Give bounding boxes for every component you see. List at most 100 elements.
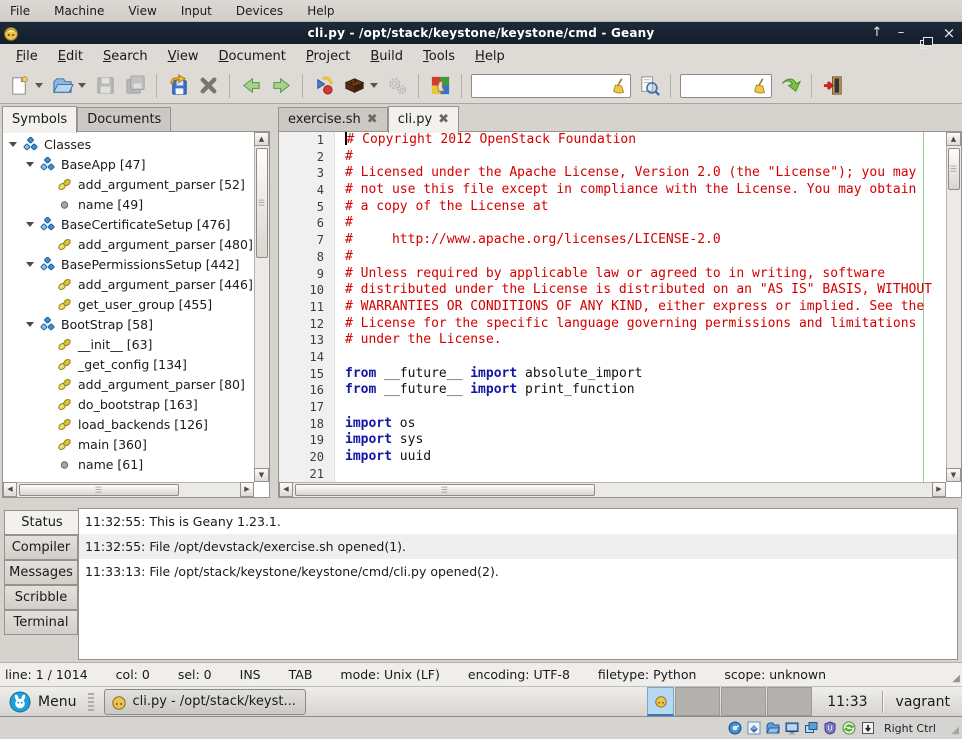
tree-item-BaseApp[interactable]: BaseApp [47] (3, 154, 254, 174)
find-button[interactable] (634, 71, 664, 101)
autoresize-icon[interactable] (861, 721, 875, 735)
nav-forward-button[interactable] (266, 71, 296, 101)
symbols-tree[interactable]: ClassesBaseApp [47]add_argument_parser [… (3, 132, 254, 482)
display-icon[interactable] (785, 721, 799, 735)
clear-broom-icon[interactable] (610, 77, 628, 95)
menu-view[interactable]: View (158, 47, 209, 66)
scroll-down-icon[interactable]: ▼ (946, 468, 961, 482)
window-splitter[interactable] (0, 498, 962, 506)
expander-icon[interactable] (9, 142, 17, 147)
editor-vscrollbar[interactable]: ▲ ▼ ☰ (946, 132, 961, 482)
msgwin-tab-status[interactable]: Status (4, 510, 80, 535)
revert-file-button[interactable] (163, 71, 193, 101)
vm-menu-help[interactable]: Help (307, 4, 334, 18)
windows-icon[interactable] (804, 721, 818, 735)
tree-item-get_user_group[interactable]: get_user_group [455] (3, 294, 254, 314)
open-file-button[interactable] (47, 71, 77, 101)
menu-help[interactable]: Help (465, 47, 515, 66)
expander-icon[interactable] (26, 222, 34, 227)
tab-exercise-sh[interactable]: exercise.sh✖ (278, 107, 388, 131)
search-entry[interactable] (471, 74, 631, 98)
tree-item-name[interactable]: name [49] (3, 194, 254, 214)
optical-icon[interactable] (747, 721, 761, 735)
compile-button[interactable] (309, 71, 339, 101)
close-file-button[interactable] (193, 71, 223, 101)
menu-tools[interactable]: Tools (413, 47, 465, 66)
scroll-up-icon[interactable]: ▲ (254, 132, 269, 146)
tree-item-BasePermissionsSetup[interactable]: BasePermissionsSetup [442] (3, 254, 254, 274)
scroll-thumb[interactable]: ☰ (948, 148, 960, 190)
sharedfolder-icon[interactable] (766, 721, 780, 735)
code-text-area[interactable]: 1# Copyright 2012 OpenStack Foundation2#… (279, 132, 946, 482)
menu-document[interactable]: Document (209, 47, 296, 66)
menu-file[interactable]: File (6, 47, 48, 66)
sync-icon[interactable] (842, 721, 856, 735)
menu-search[interactable]: Search (93, 47, 158, 66)
vm-menu-machine[interactable]: Machine (54, 4, 104, 18)
msgwin-tab-compiler[interactable]: Compiler (4, 535, 78, 560)
expander-icon[interactable] (26, 262, 34, 267)
clock[interactable]: 11:33 (827, 694, 867, 710)
tree-item-do_bootstrap[interactable]: do_bootstrap [163] (3, 394, 254, 414)
tree-item-load_backends[interactable]: load_backends [126] (3, 414, 254, 434)
scroll-left-icon[interactable]: ◀ (279, 482, 293, 497)
scroll-thumb[interactable]: ☰ (19, 484, 179, 496)
vm-menu-devices[interactable]: Devices (236, 4, 283, 18)
new-file-dropdown-icon[interactable] (35, 83, 43, 88)
expander-icon[interactable] (26, 162, 34, 167)
shade-button[interactable]: ↑ (870, 22, 884, 44)
tree-item-name[interactable]: name [61] (3, 454, 254, 474)
msgwin-tab-scribble[interactable]: Scribble (4, 585, 78, 610)
scroll-right-icon[interactable]: ▶ (932, 482, 946, 497)
close-tab-icon[interactable]: ✖ (438, 115, 449, 125)
sidebar-vscrollbar[interactable]: ▲ ▼ ☰ (254, 132, 269, 482)
close-tab-icon[interactable]: ✖ (367, 115, 378, 125)
editor-hscrollbar[interactable]: ◀ ▶ ☰ (279, 482, 946, 497)
harddisk-icon[interactable] (728, 721, 742, 735)
pager-cell-3[interactable] (721, 687, 766, 716)
search-entry-input[interactable] (474, 77, 610, 95)
panel-splitter[interactable] (270, 131, 278, 498)
open-file-dropdown-icon[interactable] (78, 83, 86, 88)
menu-build[interactable]: Build (360, 47, 413, 66)
usb-icon[interactable]: U (823, 721, 837, 735)
pager-cell-4[interactable] (767, 687, 812, 716)
tree-item-_get_config[interactable]: _get_config [134] (3, 354, 254, 374)
scroll-up-icon[interactable]: ▲ (946, 132, 961, 146)
tree-item-add_argument_parser[interactable]: add_argument_parser [80] (3, 374, 254, 394)
vm-menu-view[interactable]: View (128, 4, 156, 18)
pager-cell-2[interactable] (675, 687, 720, 716)
vm-menu-file[interactable]: File (10, 4, 30, 18)
tab-cli-py[interactable]: cli.py✖ (388, 106, 459, 133)
tree-item-add_argument_parser[interactable]: add_argument_parser [52] (3, 174, 254, 194)
scroll-right-icon[interactable]: ▶ (240, 482, 254, 497)
scroll-down-icon[interactable]: ▼ (254, 468, 269, 482)
minimize-button[interactable]: – (894, 22, 908, 44)
new-file-button[interactable] (4, 71, 34, 101)
vm-menu-input[interactable]: Input (181, 4, 212, 18)
tab-Documents[interactable]: Documents (77, 107, 171, 131)
goto-line-button[interactable] (775, 71, 805, 101)
goto-entry[interactable] (680, 74, 772, 98)
quit-button[interactable] (818, 71, 848, 101)
tree-item-Classes[interactable]: Classes (3, 134, 254, 154)
goto-entry-input[interactable] (683, 77, 751, 95)
pager-cell-1[interactable] (647, 687, 674, 716)
color-chooser-button[interactable] (425, 71, 455, 101)
nav-back-button[interactable] (236, 71, 266, 101)
close-button[interactable]: × (942, 22, 956, 44)
msgwin-tab-messages[interactable]: Messages (4, 560, 78, 585)
clear-broom-icon[interactable] (751, 77, 769, 95)
tree-item-BaseCertificateSetup[interactable]: BaseCertificateSetup [476] (3, 214, 254, 234)
taskbar-window-button[interactable]: cli.py - /opt/stack/keyst... (104, 689, 306, 715)
scroll-thumb[interactable]: ☰ (256, 148, 268, 258)
sidebar-hscrollbar[interactable]: ◀ ▶ ☰ (3, 482, 254, 497)
msgwin-tab-terminal[interactable]: Terminal (4, 610, 78, 635)
tree-item-BootStrap[interactable]: BootStrap [58] (3, 314, 254, 334)
build-button[interactable] (339, 71, 369, 101)
scroll-thumb[interactable]: ☰ (295, 484, 595, 496)
scroll-left-icon[interactable]: ◀ (3, 482, 17, 497)
tree-item-add_argument_parser[interactable]: add_argument_parser [446] (3, 274, 254, 294)
tree-item-add_argument_parser[interactable]: add_argument_parser [480] (3, 234, 254, 254)
tree-item-__init__[interactable]: __init__ [63] (3, 334, 254, 354)
